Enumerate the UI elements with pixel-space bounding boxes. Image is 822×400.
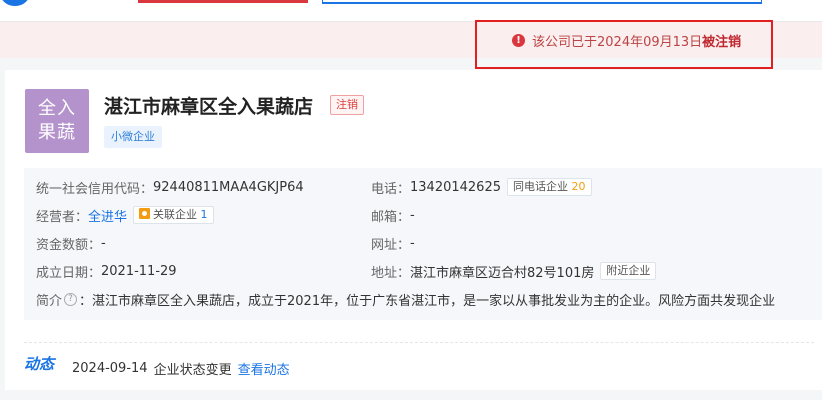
related-companies-tag[interactable]: 关联企业 1 <box>133 206 214 224</box>
company-size-tag[interactable]: 小微企业 <box>104 126 162 148</box>
same-phone-tag-label: 同电话企业 <box>513 180 568 193</box>
phone-value: 13420142625 <box>410 179 501 195</box>
intro-label: 简介 <box>36 293 63 309</box>
company-logo: 全入 果蔬 <box>25 89 89 153</box>
question-circle-icon[interactable]: ? <box>64 292 78 306</box>
intro-field: 简介 ? ：湛江市麻章区全入果蔬店，成立于2021年，位于广东省湛江市，是一家以… <box>36 290 822 308</box>
address-field: 地址： 湛江市麻章区迈合村82号101房 附近企业 <box>371 262 657 281</box>
operator-label: 经营者： <box>36 209 89 225</box>
credit-code-label: 统一社会信用代码： <box>36 181 154 197</box>
intro-value: ：湛江市麻章区全入果蔬店，成立于2021年，位于广东省湛江市，是一家以从事批发业… <box>79 293 776 309</box>
logo-text-line2: 果蔬 <box>38 122 76 143</box>
dynamic-date: 2024-09-14 <box>72 360 148 376</box>
email-field: 邮箱： - <box>371 206 415 225</box>
same-phone-companies-tag[interactable]: 同电话企业 20 <box>507 178 592 196</box>
search-input[interactable] <box>322 0 762 4</box>
related-tag-label: 关联企业 <box>153 208 198 221</box>
address-value: 湛江市麻章区迈合村82号101房 <box>410 265 595 281</box>
top-header <box>0 0 822 22</box>
same-phone-tag-count: 20 <box>571 180 586 193</box>
dynamic-event: 企业状态变更 <box>153 362 232 378</box>
capital-label: 资金数额： <box>36 237 102 253</box>
operator-link[interactable]: 全进华 <box>88 206 127 225</box>
capital-field: 资金数额： - <box>36 234 106 253</box>
credit-code-field: 统一社会信用代码： 92440811MAA4GKJP64 <box>36 178 304 197</box>
exclamation-circle-icon: ! <box>512 33 525 47</box>
website-value: - <box>410 235 415 251</box>
phone-label: 电话： <box>371 181 411 197</box>
address-label: 地址： <box>371 265 411 281</box>
website-label: 网址： <box>371 237 411 253</box>
company-name: 湛江市麻章区全入果蔬店 <box>104 96 314 118</box>
dynamic-section-title: 动态 <box>24 355 55 373</box>
section-divider <box>24 342 814 343</box>
cancellation-notice: ! 该公司已于2024年09月13日 被注销 <box>512 31 742 50</box>
status-badge: 注销 <box>330 95 364 115</box>
notice-text-prefix: 该公司已于2024年09月13日 <box>532 34 703 50</box>
website-field: 网址： - <box>371 234 415 253</box>
capital-value: - <box>101 235 106 251</box>
logo-text-line1: 全入 <box>38 98 76 119</box>
search-button[interactable] <box>138 0 308 3</box>
founded-value: 2021-11-29 <box>101 263 177 279</box>
view-dynamic-link[interactable]: 查看动态 <box>238 359 290 378</box>
related-tag-count: 1 <box>200 208 208 221</box>
email-label: 邮箱： <box>371 209 411 225</box>
founded-label: 成立日期： <box>36 265 102 281</box>
phone-field: 电话： 13420142625 同电话企业 20 <box>371 178 592 197</box>
nearby-companies-tag[interactable]: 附近企业 <box>600 262 657 280</box>
dynamic-entry: 2024-09-14 企业状态变更 查看动态 <box>72 359 296 378</box>
site-logo-icon[interactable] <box>0 0 30 6</box>
founded-date-field: 成立日期： 2021-11-29 <box>36 262 177 281</box>
operator-field: 经营者： 全进华 关联企业 1 <box>36 206 214 225</box>
credit-code-value: 92440811MAA4GKJP64 <box>153 179 304 195</box>
notice-text-emphasis: 被注销 <box>702 34 742 50</box>
related-company-icon <box>139 208 151 219</box>
email-value: - <box>410 207 415 223</box>
